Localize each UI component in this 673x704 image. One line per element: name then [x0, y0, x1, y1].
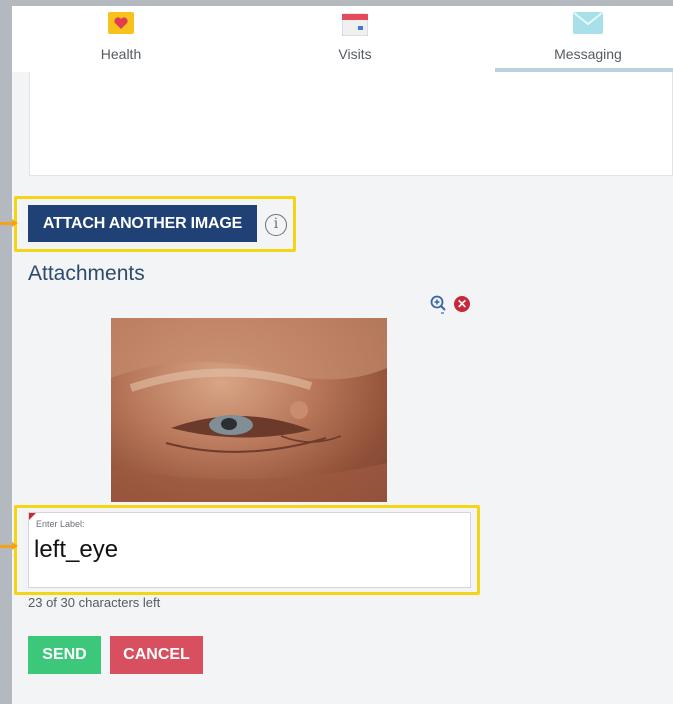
- pointer-arrow: [0, 542, 18, 550]
- envelope-icon: [573, 12, 603, 34]
- tab-health-label: Health: [100, 46, 142, 62]
- eye-photo-illustration: [111, 318, 387, 502]
- cancel-button[interactable]: CANCEL: [110, 636, 203, 674]
- label-input[interactable]: [34, 533, 464, 567]
- attachment-image: [111, 318, 387, 502]
- pointer-arrow: [0, 219, 18, 227]
- zoom-in-icon[interactable]: [430, 295, 448, 315]
- tab-messaging-label: Messaging: [554, 46, 622, 62]
- attachments-heading: Attachments: [28, 262, 145, 285]
- tab-bar: Health Visits Messaging: [12, 6, 673, 72]
- required-marker: [29, 513, 36, 520]
- characters-left-counter: 23 of 30 characters left: [28, 595, 161, 610]
- tab-visits-label: Visits: [338, 46, 372, 62]
- messaging-panel: Health Visits Messaging ATTACH ANOTHER I…: [0, 6, 673, 704]
- label-field-caption: Enter Label:: [36, 519, 85, 529]
- info-icon[interactable]: i: [265, 214, 287, 236]
- tab-visits[interactable]: Visits: [255, 6, 455, 72]
- window-frame: [0, 0, 12, 704]
- remove-attachment-icon[interactable]: ✕: [454, 296, 470, 312]
- heart-icon: [108, 12, 134, 34]
- send-button[interactable]: SEND: [28, 636, 101, 674]
- message-text-area[interactable]: [29, 72, 673, 176]
- tab-messaging[interactable]: Messaging: [488, 6, 673, 72]
- label-field[interactable]: Enter Label:: [28, 512, 471, 588]
- tab-health[interactable]: Health: [21, 6, 221, 72]
- calendar-icon: [342, 13, 368, 36]
- attach-another-image-button[interactable]: ATTACH ANOTHER IMAGE: [28, 205, 257, 242]
